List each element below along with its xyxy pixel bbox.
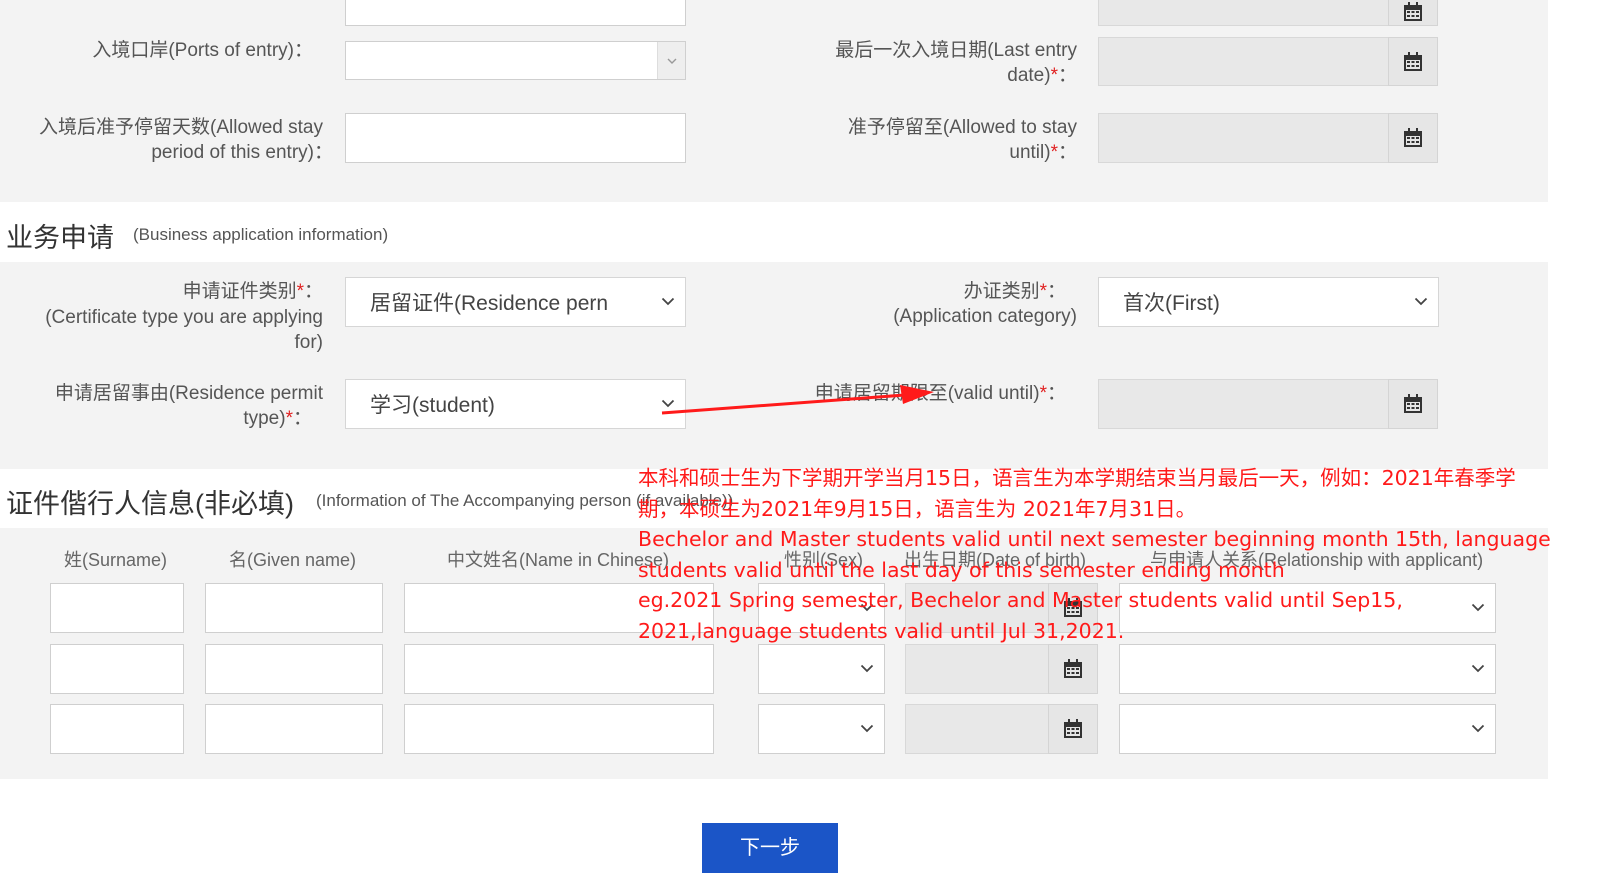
allowed-until-calendar-button[interactable]: [1388, 113, 1438, 163]
row2-sex-select[interactable]: [758, 644, 885, 694]
previous-field-input[interactable]: [345, 0, 686, 26]
col-chinese-name: 中文姓名(Name in Chinese): [447, 550, 670, 570]
row3-dob-calendar-button[interactable]: [1048, 704, 1098, 754]
app-category-select[interactable]: 首次(First): [1098, 277, 1439, 327]
app-category-label: 办证类别*： (Application category): [893, 279, 1077, 329]
business-section-subtitle: (Business application information): [133, 225, 389, 244]
permit-type-label-line2: type): [243, 408, 286, 429]
col-surname: 姓(Surname): [64, 550, 168, 570]
app-category-label-line1: 办证类别: [963, 281, 1040, 302]
chevron-down-icon: [860, 724, 874, 733]
valid-until-input[interactable]: [1098, 379, 1389, 429]
cert-type-value: 居留证件(Residence pern: [370, 292, 609, 315]
row2-dob-input[interactable]: [905, 644, 1050, 694]
previous-date-input[interactable]: [1098, 0, 1389, 26]
allowed-until-label-line2: until): [1009, 142, 1051, 163]
last-entry-date-calendar-button[interactable]: [1388, 37, 1438, 86]
ports-of-entry-label-text: 入境口岸(Ports of entry)：: [92, 40, 313, 61]
calendar-icon: [1064, 719, 1082, 738]
permit-type-select[interactable]: 学习(student): [345, 379, 686, 429]
annotation-line: 期，本硕生为2021年9月15日，语言生为 2021年7月31日。: [638, 496, 1197, 521]
allowed-stay-label-line2: period of this entry)：: [151, 142, 333, 163]
annotation-line: 本科和硕士生为下学期开学当月15日，语言生为本学期结束当月最后一天，例如：202…: [638, 466, 1516, 490]
last-entry-date-label-line1: 最后一次入境日期(Last entry: [835, 40, 1077, 61]
row3-chinese-name-input[interactable]: [404, 704, 714, 754]
allowed-until-label-line1: 准予停留至(Allowed to stay: [847, 117, 1077, 138]
ports-of-entry-select[interactable]: [345, 41, 686, 80]
last-entry-date-label: 最后一次入境日期(Last entry date)*：: [835, 38, 1077, 88]
cert-type-label-line2: (Certificate type you are applying: [45, 306, 323, 328]
ports-of-entry-label: 入境口岸(Ports of entry)：: [92, 38, 313, 63]
allowed-stay-label: 入境后准予停留天数(Allowed stay period of this en…: [39, 115, 333, 165]
row2-relationship-select[interactable]: [1119, 644, 1496, 694]
annotation-line: Bechelor and Master students valid until…: [638, 527, 1551, 551]
row1-surname-input[interactable]: [50, 583, 184, 633]
entry-info-panel: [0, 0, 1548, 202]
annotation-line: 2021,language students valid until Jul 3…: [638, 618, 1125, 643]
accompany-section-title: 证件偕行人信息(非必填): [6, 489, 294, 519]
last-entry-date-input[interactable]: [1098, 37, 1389, 86]
required-mark: *: [1039, 281, 1047, 302]
required-mark: *: [285, 408, 293, 429]
required-mark: *: [296, 281, 304, 302]
colon: ：: [1046, 383, 1066, 404]
app-category-label-line2: (Application category): [893, 306, 1077, 327]
app-category-value: 首次(First): [1123, 292, 1220, 315]
valid-until-label-text: 申请居留期限至(valid until): [814, 383, 1040, 404]
chevron-down-icon: [667, 58, 676, 64]
required-mark: *: [1050, 142, 1058, 163]
permit-type-label-line1: 申请居留事由(Residence permit: [54, 383, 323, 404]
row3-sex-select[interactable]: [758, 704, 885, 754]
row2-dob-calendar-button[interactable]: [1048, 644, 1098, 694]
previous-date-calendar-button[interactable]: [1388, 0, 1438, 26]
row3-relationship-select[interactable]: [1119, 704, 1496, 754]
calendar-icon: [1404, 51, 1422, 71]
col-given-name: 名(Given name): [229, 550, 357, 570]
select-arrow-box: [657, 42, 685, 79]
required-mark: *: [1050, 65, 1058, 86]
allowed-until-input[interactable]: [1098, 113, 1389, 163]
row2-given-name-input[interactable]: [205, 644, 383, 694]
permit-type-label: 申请居留事由(Residence permit type)*：: [55, 381, 323, 431]
cert-type-label: 申请证件类别*： (Certificate type you are apply…: [45, 279, 323, 356]
cert-type-select[interactable]: 居留证件(Residence pern: [345, 277, 686, 327]
chevron-down-icon: [1471, 664, 1485, 673]
colon: ：: [1057, 142, 1077, 163]
last-entry-date-label-line2: date): [1007, 65, 1051, 86]
row1-given-name-input[interactable]: [205, 583, 383, 633]
colon: ：: [1057, 65, 1077, 86]
chevron-down-icon: [1414, 297, 1428, 306]
row3-surname-input[interactable]: [50, 704, 184, 754]
allowed-stay-input[interactable]: [345, 113, 686, 163]
cert-type-label-line1: 申请证件类别: [182, 281, 297, 302]
colon: ：: [292, 408, 312, 429]
next-step-button[interactable]: 下一步: [702, 823, 838, 873]
calendar-icon: [1404, 394, 1422, 413]
chevron-down-icon: [860, 664, 874, 673]
row3-given-name-input[interactable]: [205, 704, 383, 754]
annotation-note: 本科和硕士生为下学期开学当月15日，语言生为本学期结束当月最后一天，例如：202…: [638, 463, 1598, 646]
calendar-icon: [1404, 2, 1422, 21]
colon: ：: [303, 281, 323, 302]
required-mark: *: [1039, 383, 1047, 404]
permit-type-value: 学习(student): [370, 394, 495, 417]
chevron-down-icon: [661, 399, 675, 408]
allowed-stay-label-line1: 入境后准予停留天数(Allowed stay: [39, 117, 323, 138]
valid-until-label: 申请居留期限至(valid until)*：: [815, 381, 1066, 406]
annotation-line: eg.2021 Spring semester, Bechelor and Ma…: [638, 588, 1403, 612]
calendar-icon: [1064, 659, 1082, 678]
allowed-until-label: 准予停留至(Allowed to stay until)*：: [848, 115, 1077, 165]
row3-dob-input[interactable]: [905, 704, 1050, 754]
calendar-icon: [1404, 128, 1422, 147]
row2-surname-input[interactable]: [50, 644, 184, 694]
chevron-down-icon: [661, 297, 675, 306]
cert-type-label-line3: for): [294, 332, 324, 353]
chevron-down-icon: [1471, 724, 1485, 733]
row2-chinese-name-input[interactable]: [404, 644, 714, 694]
colon: ：: [1046, 281, 1066, 302]
valid-until-calendar-button[interactable]: [1388, 379, 1438, 429]
business-section-title: 业务申请: [6, 223, 114, 253]
annotation-line: students valid until the last day of thi…: [638, 557, 1285, 582]
